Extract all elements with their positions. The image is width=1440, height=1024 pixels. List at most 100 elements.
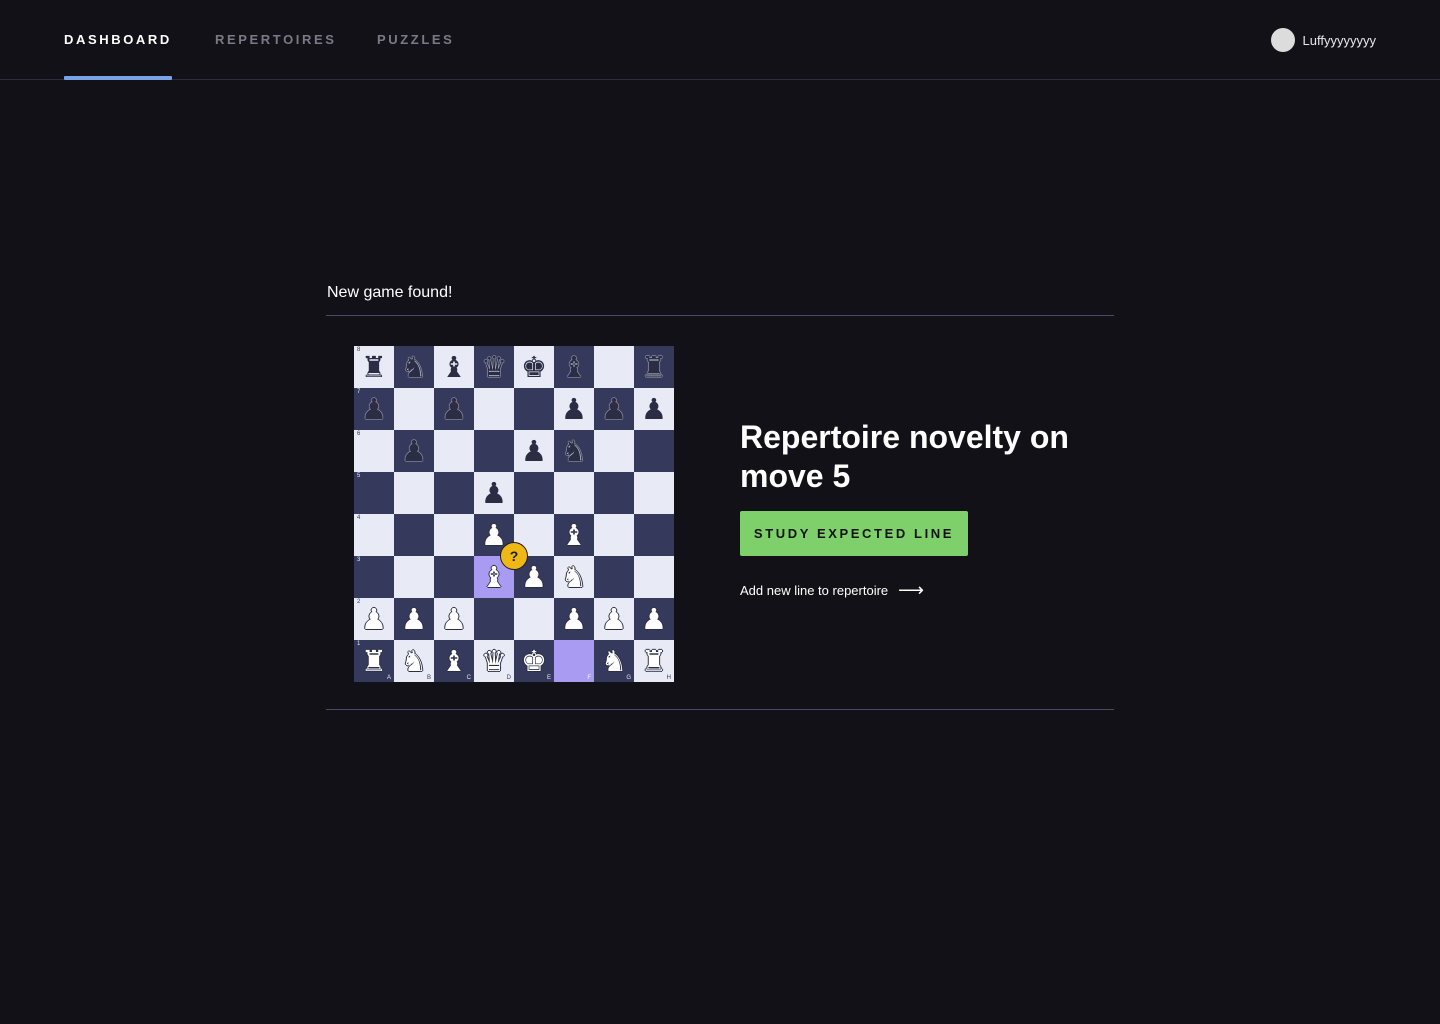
square-a7[interactable]: ♟ 7 xyxy=(354,388,394,430)
square-c4[interactable] xyxy=(434,514,474,556)
square-a1[interactable]: ♜ 1 A xyxy=(354,640,394,682)
square-g6[interactable] xyxy=(594,430,634,472)
square-f1[interactable]: F xyxy=(554,640,594,682)
white-pawn-icon[interactable]: ♟ xyxy=(441,604,467,634)
square-b1[interactable]: ♞ B xyxy=(394,640,434,682)
black-pawn-icon[interactable]: ♟ xyxy=(401,436,427,466)
black-queen-icon[interactable]: ♛ xyxy=(481,352,507,382)
white-bishop-icon[interactable]: ♝ xyxy=(481,562,507,592)
square-f3[interactable]: ♞ xyxy=(554,556,594,598)
black-pawn-icon[interactable]: ♟ xyxy=(481,478,507,508)
white-pawn-icon[interactable]: ♟ xyxy=(521,562,547,592)
black-pawn-icon[interactable]: ♟ xyxy=(641,394,667,424)
square-d6[interactable] xyxy=(474,430,514,472)
square-c6[interactable] xyxy=(434,430,474,472)
white-bishop-icon[interactable]: ♝ xyxy=(441,646,467,676)
square-h2[interactable]: ♟ xyxy=(634,598,674,640)
square-e2[interactable] xyxy=(514,598,554,640)
white-knight-icon[interactable]: ♞ xyxy=(601,646,627,676)
black-pawn-icon[interactable]: ♟ xyxy=(441,394,467,424)
square-a6[interactable]: 6 xyxy=(354,430,394,472)
add-line-link[interactable]: Add new line to repertoire ⟶ xyxy=(740,580,924,600)
square-h6[interactable] xyxy=(634,430,674,472)
user-menu[interactable]: Luffyyyyyyyy xyxy=(1270,28,1376,52)
white-pawn-icon[interactable]: ♟ xyxy=(561,604,587,634)
tab-puzzles[interactable]: PUZZLES xyxy=(377,0,454,79)
square-c8[interactable]: ♝ xyxy=(434,346,474,388)
square-g2[interactable]: ♟ xyxy=(594,598,634,640)
square-e1[interactable]: ♚ E xyxy=(514,640,554,682)
square-a2[interactable]: ♟ 2 xyxy=(354,598,394,640)
white-knight-icon[interactable]: ♞ xyxy=(561,562,587,592)
study-expected-line-button[interactable]: STUDY EXPECTED LINE xyxy=(740,511,968,556)
square-d2[interactable] xyxy=(474,598,514,640)
square-b7[interactable] xyxy=(394,388,434,430)
square-g1[interactable]: ♞ G xyxy=(594,640,634,682)
black-pawn-icon[interactable]: ♟ xyxy=(561,394,587,424)
black-knight-icon[interactable]: ♞ xyxy=(401,352,427,382)
square-g4[interactable] xyxy=(594,514,634,556)
square-h5[interactable] xyxy=(634,472,674,514)
black-pawn-icon[interactable]: ♟ xyxy=(601,394,627,424)
black-king-icon[interactable]: ♚ xyxy=(521,352,547,382)
square-f2[interactable]: ♟ xyxy=(554,598,594,640)
tab-dashboard[interactable]: DASHBOARD xyxy=(64,0,172,80)
black-rook-icon[interactable]: ♜ xyxy=(641,352,667,382)
square-b6[interactable]: ♟ xyxy=(394,430,434,472)
white-rook-icon[interactable]: ♜ xyxy=(641,646,667,676)
square-f6[interactable]: ♞ xyxy=(554,430,594,472)
square-c2[interactable]: ♟ xyxy=(434,598,474,640)
white-king-icon[interactable]: ♚ xyxy=(521,646,547,676)
square-h7[interactable]: ♟ xyxy=(634,388,674,430)
white-rook-icon[interactable]: ♜ xyxy=(361,646,387,676)
square-c5[interactable] xyxy=(434,472,474,514)
black-bishop-icon[interactable]: ♝ xyxy=(441,352,467,382)
square-f7[interactable]: ♟ xyxy=(554,388,594,430)
square-g8[interactable] xyxy=(594,346,634,388)
square-a3[interactable]: 3 xyxy=(354,556,394,598)
square-b2[interactable]: ♟ xyxy=(394,598,434,640)
tab-repertoires[interactable]: REPERTOIRES xyxy=(215,0,337,79)
square-e7[interactable] xyxy=(514,388,554,430)
square-h4[interactable] xyxy=(634,514,674,556)
square-f8[interactable]: ♝ xyxy=(554,346,594,388)
square-e6[interactable]: ♟ xyxy=(514,430,554,472)
square-f4[interactable]: ♝ xyxy=(554,514,594,556)
square-g7[interactable]: ♟ xyxy=(594,388,634,430)
square-e5[interactable] xyxy=(514,472,554,514)
square-h1[interactable]: ♜ H xyxy=(634,640,674,682)
square-b8[interactable]: ♞ xyxy=(394,346,434,388)
square-d5[interactable]: ♟ xyxy=(474,472,514,514)
white-pawn-icon[interactable]: ♟ xyxy=(641,604,667,634)
black-pawn-icon[interactable]: ♟ xyxy=(361,394,387,424)
white-knight-icon[interactable]: ♞ xyxy=(401,646,427,676)
square-g5[interactable] xyxy=(594,472,634,514)
square-d1[interactable]: ♛ D xyxy=(474,640,514,682)
square-f5[interactable] xyxy=(554,472,594,514)
square-b5[interactable] xyxy=(394,472,434,514)
square-c3[interactable] xyxy=(434,556,474,598)
square-g3[interactable] xyxy=(594,556,634,598)
square-e8[interactable]: ♚ xyxy=(514,346,554,388)
square-a5[interactable]: 5 xyxy=(354,472,394,514)
white-pawn-icon[interactable]: ♟ xyxy=(401,604,427,634)
black-knight-icon[interactable]: ♞ xyxy=(561,436,587,466)
chess-board[interactable]: ♜ 8 ♞ ♝ ♛ ♚ ♝ ♜ ♟ 7 ♟ ♟ ♟ ♟ 6 ♟ ♟ ♞ 5 ♟ 4 ♟ ♝ 3 ♝ ♟ ♞ ♟ 2 ♟ ♟ ♟ ♟ ♟ ♜ 1 A ♞ B ♝… xyxy=(354,346,674,682)
white-bishop-icon[interactable]: ♝ xyxy=(561,520,587,550)
black-rook-icon[interactable]: ♜ xyxy=(361,352,387,382)
square-d7[interactable] xyxy=(474,388,514,430)
square-h8[interactable]: ♜ xyxy=(634,346,674,388)
square-c1[interactable]: ♝ C xyxy=(434,640,474,682)
white-queen-icon[interactable]: ♛ xyxy=(481,646,507,676)
square-c7[interactable]: ♟ xyxy=(434,388,474,430)
square-a8[interactable]: ♜ 8 xyxy=(354,346,394,388)
square-a4[interactable]: 4 xyxy=(354,514,394,556)
square-h3[interactable] xyxy=(634,556,674,598)
black-pawn-icon[interactable]: ♟ xyxy=(521,436,547,466)
white-pawn-icon[interactable]: ♟ xyxy=(601,604,627,634)
black-bishop-icon[interactable]: ♝ xyxy=(561,352,587,382)
square-b3[interactable] xyxy=(394,556,434,598)
square-d8[interactable]: ♛ xyxy=(474,346,514,388)
white-pawn-icon[interactable]: ♟ xyxy=(361,604,387,634)
square-b4[interactable] xyxy=(394,514,434,556)
